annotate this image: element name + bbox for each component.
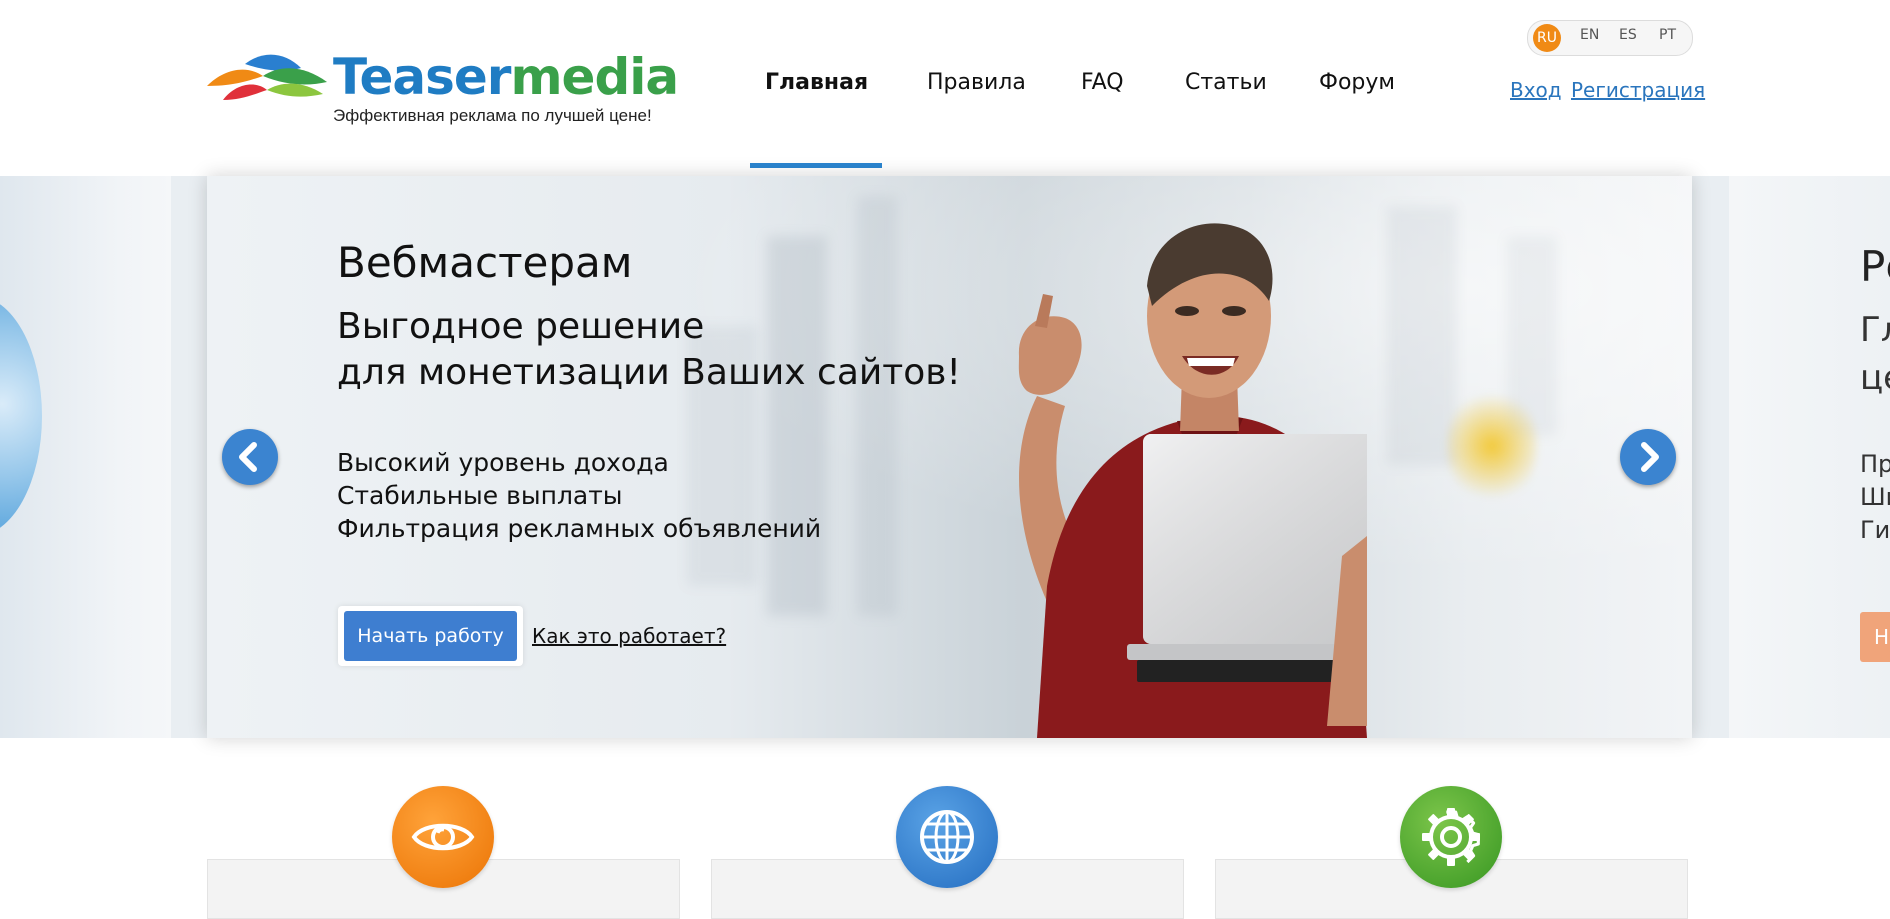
lang-en[interactable]: EN <box>1580 27 1599 43</box>
background-yellow-blur <box>1447 386 1537 506</box>
next-slide-cta-button[interactable]: Н <box>1860 612 1890 662</box>
slider-next-button[interactable] <box>1620 429 1676 485</box>
next-slide-list-item: Ши <box>1860 483 1890 511</box>
globe-icon <box>920 810 974 864</box>
next-slide-subtitle-line2: це <box>1860 358 1890 398</box>
benefit-item: Стабильные выплаты <box>337 481 623 510</box>
benefits-list: Высокий уровень дохода Стабильные выплат… <box>337 446 821 545</box>
globe-image <box>0 296 42 536</box>
previous-slide-peek <box>0 176 171 738</box>
next-slide-subtitle: Гл це <box>1860 306 1890 402</box>
logo-word-part1: Teaser <box>333 48 511 106</box>
gear-icon <box>1422 808 1480 866</box>
nav-item-articles[interactable]: Статьи <box>1185 70 1267 95</box>
next-slide-title: Ре <box>1860 242 1890 291</box>
feature-icon-globe <box>896 786 998 888</box>
start-work-button[interactable]: Начать работу <box>344 611 517 661</box>
start-button-frame: Начать работу <box>338 606 523 666</box>
nav-item-forum[interactable]: Форум <box>1319 70 1395 95</box>
logo-word-part2: media <box>510 48 679 106</box>
next-slide-list-item: Пр <box>1860 450 1890 478</box>
nav-active-indicator <box>750 163 882 168</box>
next-slide-peek: Ре Гл це Пр Ши Ги Н <box>1729 176 1890 738</box>
login-link[interactable]: Вход <box>1510 78 1562 102</box>
next-slide-subtitle-line1: Гл <box>1860 310 1890 350</box>
chevron-left-icon <box>239 442 257 472</box>
next-slide-list-item: Ги <box>1860 516 1890 544</box>
nav-item-home[interactable]: Главная <box>765 70 868 95</box>
lang-es[interactable]: ES <box>1619 27 1637 43</box>
logo-wings-icon <box>207 54 327 100</box>
nav-item-faq[interactable]: FAQ <box>1081 70 1124 95</box>
benefit-item: Высокий уровень дохода <box>337 448 669 477</box>
slide-subtitle: Выгодное решение для монетизации Ваших с… <box>337 304 961 396</box>
benefit-item: Фильтрация рекламных объявлений <box>337 514 822 543</box>
lang-ru[interactable]: RU <box>1533 24 1561 52</box>
how-it-works-link[interactable]: Как это работает? <box>532 624 726 648</box>
logo-slogan: Эффективная реклама по лучшей цене! <box>333 106 652 125</box>
register-link[interactable]: Регистрация <box>1571 78 1705 102</box>
eye-icon <box>411 823 475 851</box>
logo[interactable]: Teasermedia Эффективная реклама по лучше… <box>205 48 679 130</box>
lang-pt[interactable]: PT <box>1659 27 1676 43</box>
logo-wordmark: Teasermedia <box>333 46 679 108</box>
feature-icon-eye <box>392 786 494 888</box>
language-switcher: RU EN ES PT <box>1527 20 1693 56</box>
feature-icon-gear <box>1400 786 1502 888</box>
slide-subtitle-line2: для монетизации Ваших сайтов! <box>337 352 961 393</box>
man-with-laptop-image <box>1018 223 1367 738</box>
chevron-right-icon <box>1641 442 1659 472</box>
hero-slide: Вебмастерам Выгодное решение для монетиз… <box>207 176 1692 738</box>
nav-item-rules[interactable]: Правила <box>927 70 1026 95</box>
next-slide-list: Пр Ши Ги <box>1860 448 1890 547</box>
slide-title: Вебмастерам <box>337 238 633 287</box>
slide-subtitle-line1: Выгодное решение <box>337 306 705 347</box>
slider-prev-button[interactable] <box>222 429 278 485</box>
